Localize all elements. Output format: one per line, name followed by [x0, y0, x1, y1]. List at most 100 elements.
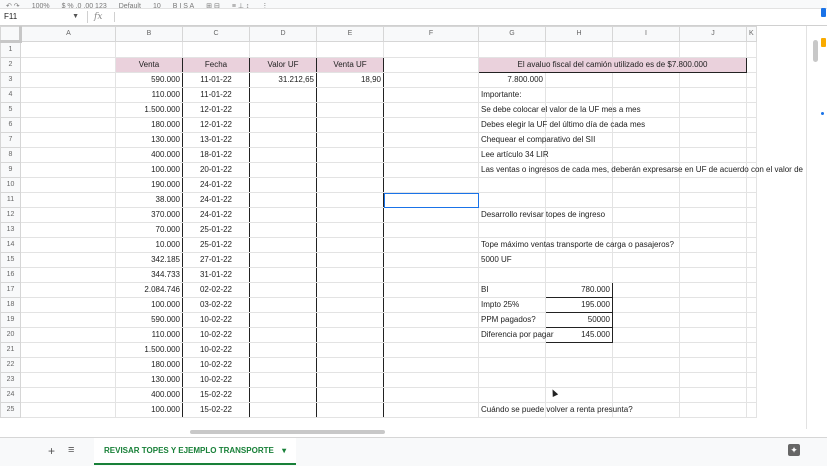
row-header[interactable]: 12 [0, 207, 21, 223]
cell-d24[interactable] [249, 387, 317, 403]
cell-g15[interactable]: 5000 UF [478, 252, 546, 268]
keep-icon[interactable] [821, 38, 826, 47]
cell-i10[interactable] [612, 177, 680, 193]
cell-e17[interactable] [316, 282, 384, 298]
cell-j20[interactable] [679, 327, 747, 343]
cell-a23[interactable] [20, 372, 116, 388]
cell-f20[interactable] [383, 327, 479, 343]
cell-b5[interactable]: 1.500.000 [115, 102, 183, 118]
cell-e9[interactable] [316, 162, 384, 178]
cell-g3[interactable]: 7.800.000 [478, 72, 546, 88]
cell-d14[interactable] [249, 237, 317, 253]
cell-h25[interactable] [545, 402, 613, 418]
cell-h14[interactable] [545, 237, 613, 253]
cell-h11[interactable] [545, 192, 613, 208]
cell-b21[interactable]: 1.500.000 [115, 342, 183, 358]
cell-j14[interactable] [679, 237, 747, 253]
cell-e3[interactable]: 18,90 [316, 72, 384, 88]
cell-i4[interactable] [612, 87, 680, 103]
cell-a5[interactable] [20, 102, 116, 118]
cell-b7[interactable]: 130.000 [115, 132, 183, 148]
cell-f21[interactable] [383, 342, 479, 358]
cell-a17[interactable] [20, 282, 116, 298]
cell-a11[interactable] [20, 192, 116, 208]
cell-d10[interactable] [249, 177, 317, 193]
cell-a3[interactable] [20, 72, 116, 88]
cell-c5[interactable]: 12-01-22 [182, 102, 250, 118]
cell-a2[interactable] [20, 57, 116, 73]
cell-h13[interactable] [545, 222, 613, 238]
column-header-k[interactable]: K [746, 26, 757, 42]
cell-f10[interactable] [383, 177, 479, 193]
cell-d25[interactable] [249, 402, 317, 418]
cell-f7[interactable] [383, 132, 479, 148]
cell-j18[interactable] [679, 297, 747, 313]
column-header-i[interactable]: I [612, 26, 680, 42]
cell-j5[interactable] [679, 102, 747, 118]
cell-i21[interactable] [612, 342, 680, 358]
column-header-e[interactable]: E [316, 26, 384, 42]
cell-a8[interactable] [20, 147, 116, 163]
cell-a13[interactable] [20, 222, 116, 238]
cell-g18[interactable]: Impto 25% [478, 297, 546, 313]
cell-d1[interactable] [249, 41, 317, 58]
cell-e15[interactable] [316, 252, 384, 268]
cell-e1[interactable] [316, 41, 384, 58]
cell-d15[interactable] [249, 252, 317, 268]
all-sheets-button[interactable]: ≡ [68, 444, 74, 456]
cell-e23[interactable] [316, 372, 384, 388]
row-header[interactable]: 3 [0, 72, 21, 88]
cell-k11[interactable] [746, 192, 757, 208]
cell-e11[interactable] [316, 192, 384, 208]
cell-f4[interactable] [383, 87, 479, 103]
cell-k16[interactable] [746, 267, 757, 283]
cell-c22[interactable]: 10-02-22 [182, 357, 250, 373]
cell-b24[interactable]: 400.000 [115, 387, 183, 403]
cell-i24[interactable] [612, 387, 680, 403]
row-header[interactable]: 18 [0, 297, 21, 313]
cell-g9[interactable]: Las ventas o ingresos de cada mes, deber… [478, 162, 803, 178]
cell-a1[interactable] [20, 41, 116, 58]
cell-k18[interactable] [746, 297, 757, 313]
cell-f17[interactable] [383, 282, 479, 298]
chevron-down-icon[interactable]: ▼ [72, 11, 79, 23]
cell-j24[interactable] [679, 387, 747, 403]
cell-e5[interactable] [316, 102, 384, 118]
cell-e6[interactable] [316, 117, 384, 133]
row-header[interactable]: 13 [0, 222, 21, 238]
cell-j15[interactable] [679, 252, 747, 268]
cell-k10[interactable] [746, 177, 757, 193]
cell-k21[interactable] [746, 342, 757, 358]
cell-g23[interactable] [478, 372, 546, 388]
cell-i6[interactable] [612, 117, 680, 133]
cell-j4[interactable] [679, 87, 747, 103]
cell-c4[interactable]: 11-01-22 [182, 87, 250, 103]
cell-c20[interactable]: 10-02-22 [182, 327, 250, 343]
cell-g7[interactable]: Chequear el comparativo del SII [478, 132, 595, 148]
cell-h10[interactable] [545, 177, 613, 193]
cell-k14[interactable] [746, 237, 757, 253]
cell-a24[interactable] [20, 387, 116, 403]
cell-j25[interactable] [679, 402, 747, 418]
row-header[interactable]: 17 [0, 282, 21, 298]
cell-h5[interactable] [545, 102, 613, 118]
cell-j8[interactable] [679, 147, 747, 163]
cell-g19[interactable]: PPM pagados? [478, 312, 546, 328]
cell-k4[interactable] [746, 87, 757, 103]
cell-j12[interactable] [679, 207, 747, 223]
cell-b6[interactable]: 180.000 [115, 117, 183, 133]
cell-d7[interactable] [249, 132, 317, 148]
cell-d2[interactable]: Valor UF [249, 57, 317, 73]
scrollbar-thumb[interactable] [813, 40, 818, 62]
cell-i23[interactable] [612, 372, 680, 388]
cell-k19[interactable] [746, 312, 757, 328]
cell-c24[interactable]: 15-02-22 [182, 387, 250, 403]
cell-k22[interactable] [746, 357, 757, 373]
cell-e19[interactable] [316, 312, 384, 328]
cell-d23[interactable] [249, 372, 317, 388]
cell-e13[interactable] [316, 222, 384, 238]
cell-a18[interactable] [20, 297, 116, 313]
column-header-j[interactable]: J [679, 26, 747, 42]
cell-a10[interactable] [20, 177, 116, 193]
row-header[interactable]: 14 [0, 237, 21, 253]
